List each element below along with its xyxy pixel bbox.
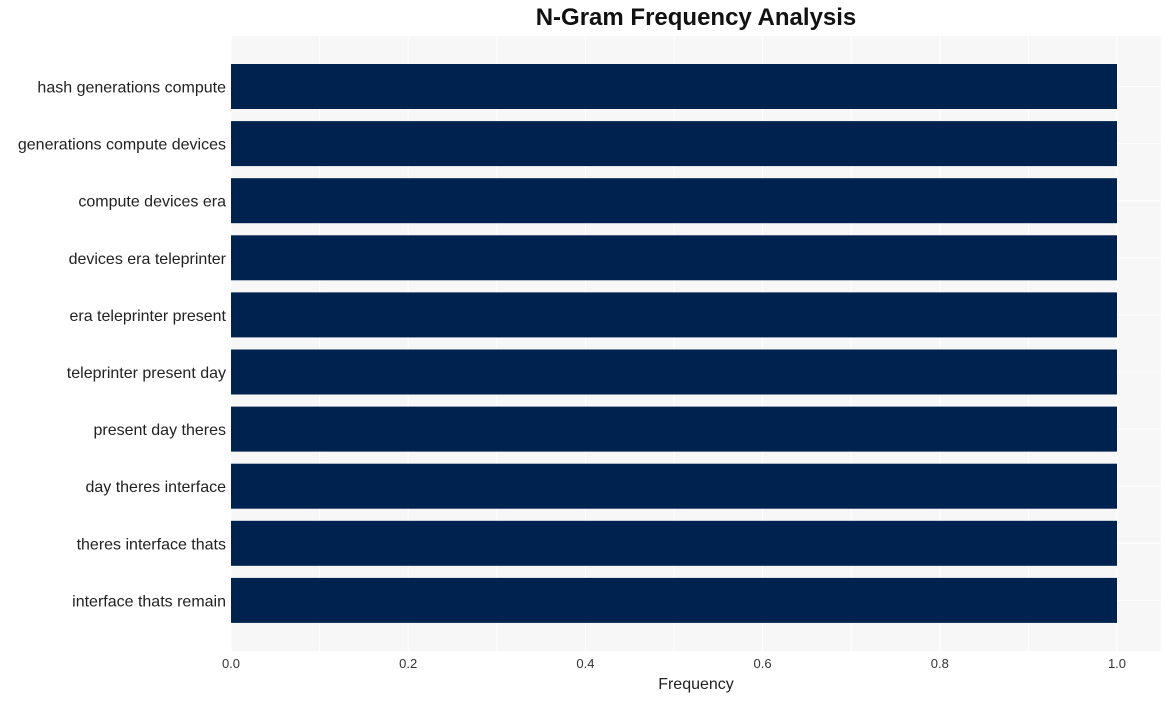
y-tick-label: theres interface thats (77, 536, 226, 553)
y-tick-label: present day theres (93, 422, 226, 439)
bar (231, 577, 1117, 623)
y-tick-label: devices era teleprinter (69, 251, 227, 268)
bar (231, 520, 1117, 566)
x-tick-label: 0.2 (399, 656, 417, 671)
bar (231, 349, 1117, 395)
y-tick-label: teleprinter present day (67, 365, 226, 382)
y-tick-label: era teleprinter present (69, 308, 226, 325)
x-tick-label: 0.4 (576, 656, 594, 671)
y-tick-label: hash generations compute (37, 80, 226, 97)
bar-chart: hash generations compute generations comp… (18, 36, 1161, 693)
bar (231, 406, 1117, 452)
y-tick-label: interface thats remain (72, 593, 226, 610)
x-tick-labels: 0.0 0.2 0.4 0.6 0.8 1.0 (222, 656, 1126, 671)
x-axis-label: Frequency (658, 676, 734, 693)
y-tick-label: day theres interface (85, 479, 226, 496)
bar (231, 292, 1117, 338)
y-tick-labels: hash generations compute generations comp… (18, 80, 227, 611)
x-tick-label: 1.0 (1108, 656, 1126, 671)
bar (231, 235, 1117, 281)
bar (231, 64, 1117, 109)
x-tick-label: 0.8 (931, 656, 949, 671)
bar (231, 463, 1117, 509)
y-tick-label: compute devices era (78, 194, 226, 211)
x-tick-label: 0.0 (222, 656, 240, 671)
bar (231, 121, 1117, 167)
y-tick-label: generations compute devices (18, 137, 226, 154)
bar (231, 178, 1117, 224)
x-tick-label: 0.6 (754, 656, 772, 671)
